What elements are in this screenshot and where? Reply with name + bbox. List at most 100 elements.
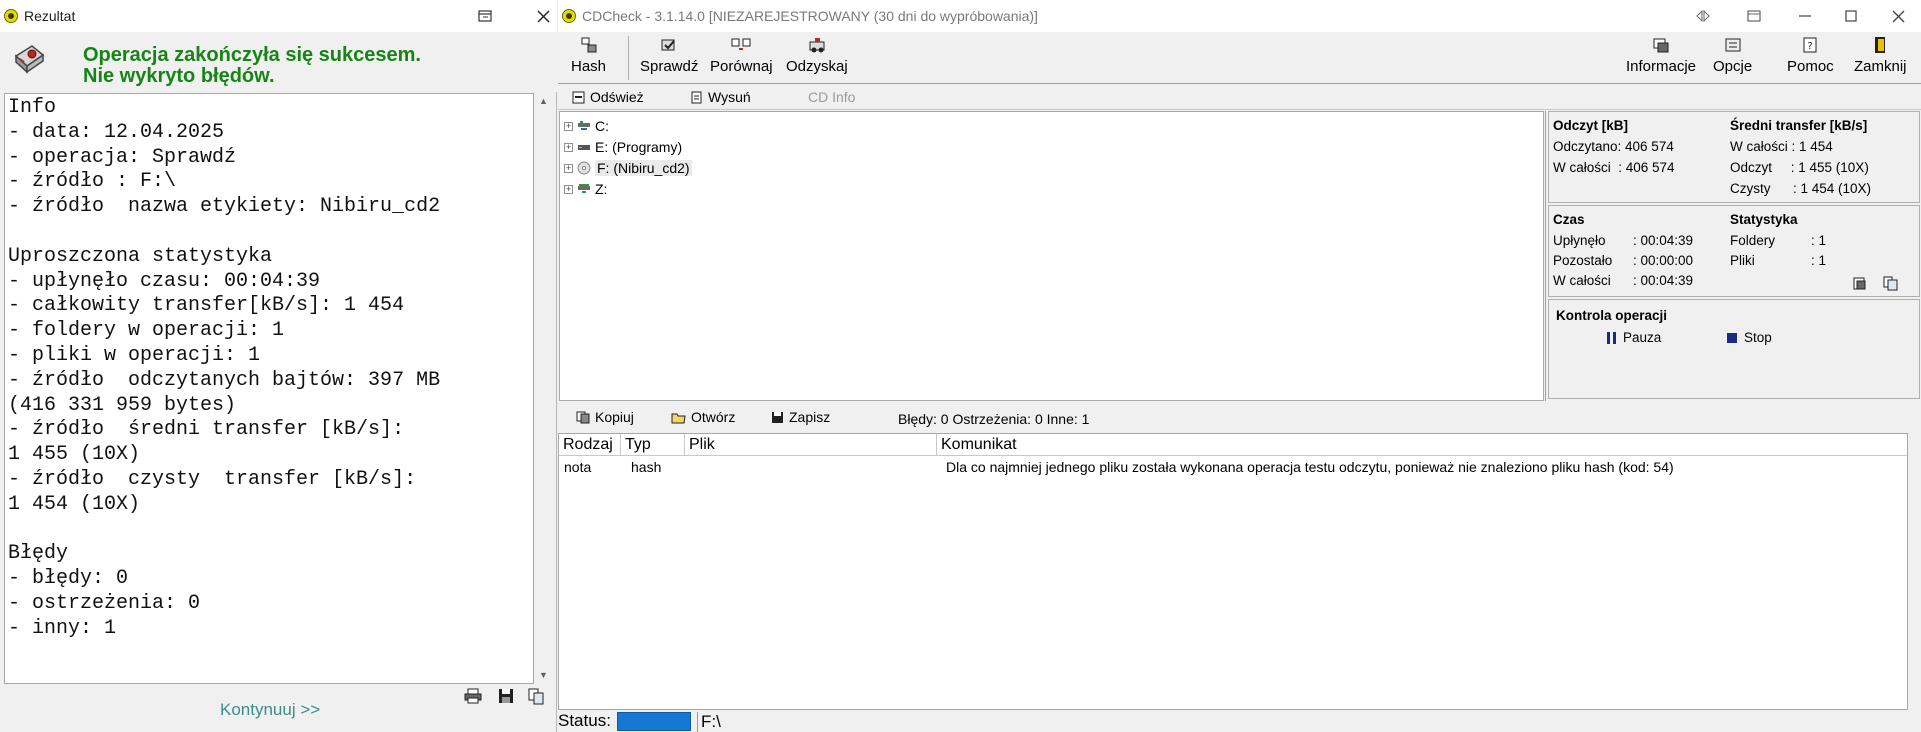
cdcheck-app-icon: [562, 9, 576, 23]
drive-item-z[interactable]: + Z:: [564, 180, 607, 198]
drive-item-f[interactable]: + F: (Nibiru_cd2): [564, 159, 692, 177]
hash-icon: [581, 37, 597, 53]
info-scrollbar[interactable]: ▲ ▼: [535, 93, 552, 684]
restore-icon[interactable]: [462, 0, 508, 32]
elapsed-label: Upłynęło: [1553, 233, 1606, 248]
status-label: Status:: [558, 711, 611, 730]
verify-icon: [661, 39, 675, 51]
column-header-plik[interactable]: Plik: [685, 434, 937, 456]
drive-item-c[interactable]: + C:: [564, 117, 609, 135]
result-info-textbox[interactable]: Info - data: 12.04.2025- operacja: Sprawd…: [4, 93, 534, 684]
column-header-komunikat[interactable]: Komunikat: [937, 434, 1907, 456]
print-icon[interactable]: [464, 687, 482, 705]
open-folder-icon: [671, 413, 686, 423]
copy-icon: [576, 411, 590, 423]
main-titlebar: CDCheck - 3.1.14.0 [NIEZAREJESTROWANY (3…: [558, 0, 1921, 32]
info-line: - błędy: 0: [8, 567, 129, 591]
result-titlebar: Rezultat: [0, 0, 557, 32]
time-title: Czas: [1553, 212, 1585, 227]
info-line: [8, 220, 440, 245]
info-line: - źródło odczytanych bajtów: 397 MB: [8, 368, 441, 392]
network-drive-icon: [578, 184, 590, 193]
drive-check-icon: [14, 45, 45, 74]
read-total: W całości : 406 574: [1553, 160, 1675, 175]
cd-info-button[interactable]: CD Info: [808, 89, 855, 105]
toolbar-separator: [628, 36, 629, 80]
log-table[interactable]: Rodzaj Typ Plik Komunikat nota hash Dla …: [558, 433, 1908, 710]
minimize-icon[interactable]: [1782, 0, 1828, 32]
cell-komunikat: Dla co najmniej jednego pliku została wy…: [946, 459, 1674, 475]
drive-item-e[interactable]: + E: (Programy): [564, 138, 682, 156]
eject-button[interactable]: Wysuń: [690, 89, 751, 105]
read-transfer-panel: Odczyt [kB] Odczytano: 406 574 W całości…: [1548, 111, 1920, 203]
maximize-icon[interactable]: [1828, 0, 1874, 32]
log-toolbar: Kopiuj Otwórz Zapisz Błędy: 0 Ostrzeżeni…: [558, 403, 1921, 433]
save-log-button[interactable]: Zapisz: [771, 409, 830, 425]
status-path: F:\: [697, 712, 721, 732]
info-line: - data: 12.04.2025: [8, 120, 225, 144]
copy-icon[interactable]: [527, 687, 545, 705]
refresh-label: Odśwież: [590, 89, 644, 105]
info-line: Uproszczona statystyka: [8, 244, 273, 268]
nav-arrows-icon[interactable]: [1680, 0, 1726, 32]
eject-icon: [691, 91, 702, 103]
drive-label: Z:: [595, 181, 608, 197]
close-icon[interactable]: [1875, 0, 1921, 32]
compare-icon: [731, 38, 751, 50]
column-header-rodzaj[interactable]: Rodzaj: [559, 434, 621, 456]
success-line-1: Operacja zakończyła się sukcesem.: [83, 44, 421, 66]
help-button[interactable]: ? Pomoc: [1787, 36, 1834, 75]
info-line: 1 455 (10X): [8, 443, 141, 467]
column-header-typ[interactable]: Typ: [621, 434, 685, 456]
exit-door-icon: [1875, 37, 1886, 53]
continue-button[interactable]: Kontynuuj >>: [220, 700, 320, 720]
main-window-title: CDCheck - 3.1.14.0 [NIEZAREJESTROWANY (3…: [582, 8, 1038, 24]
scroll-down-arrow-icon[interactable]: ▼: [535, 667, 552, 684]
stats-copy-icon[interactable]: [1883, 276, 1898, 291]
expand-icon[interactable]: +: [564, 163, 573, 173]
stop-button[interactable]: Stop: [1727, 330, 1772, 345]
compare-button[interactable]: Porównaj: [710, 36, 773, 75]
recover-label: Odzyskaj: [786, 58, 848, 75]
recover-button[interactable]: Odzyskaj: [786, 36, 848, 75]
folders-label: Foldery: [1730, 233, 1776, 248]
copy-log-label: Kopiuj: [595, 409, 634, 425]
options-label: Opcje: [1713, 58, 1753, 75]
refresh-button[interactable]: Odśwież: [572, 89, 644, 105]
copy-log-button[interactable]: Kopiuj: [576, 409, 634, 425]
close-app-button[interactable]: Zamknij: [1854, 36, 1907, 75]
verify-button[interactable]: Sprawdź: [640, 36, 698, 75]
time-total-label: W całości: [1553, 273, 1611, 288]
info-line: - całkowity transfer[kB/s]: 1 454: [8, 294, 405, 318]
success-message: Operacja zakończyła się sukcesem. Nie wy…: [83, 45, 421, 87]
drive-tree[interactable]: + C: + E: (Programy) + F: (Nibiru_cd2) +…: [559, 111, 1544, 401]
info-line: - źródło : F:\: [8, 170, 177, 194]
expand-icon[interactable]: +: [564, 184, 573, 194]
drive-label: C:: [595, 118, 609, 134]
information-icon: [1653, 38, 1669, 53]
expand-icon[interactable]: +: [564, 142, 573, 152]
compare-label: Porównaj: [710, 58, 773, 75]
result-window-title: Rezultat: [24, 8, 76, 24]
transfer-read: Odczyt : 1 455 (10X): [1730, 160, 1869, 175]
save-icon[interactable]: [497, 687, 515, 705]
main-toolbar: Hash Sprawdź Porównaj Odzyskaj Informacj…: [558, 32, 1921, 84]
information-button[interactable]: Informacje: [1626, 36, 1696, 75]
stats-export-icon[interactable]: [1852, 276, 1867, 291]
options-button[interactable]: Opcje: [1713, 36, 1752, 75]
verify-label: Sprawdź: [640, 58, 699, 75]
pause-button[interactable]: Pauza: [1607, 330, 1661, 345]
open-log-button[interactable]: Otwórz: [671, 409, 735, 425]
cell-typ: hash: [631, 459, 662, 475]
close-app-label: Zamknij: [1854, 58, 1907, 75]
information-label: Informacje: [1626, 58, 1697, 75]
scroll-up-arrow-icon[interactable]: ▲: [535, 93, 552, 110]
statistics-panel: Odczyt [kB] Odczytano: 406 574 W całości…: [1545, 111, 1921, 401]
info-line: - źródło średni transfer [kB/s]:: [8, 418, 405, 442]
info-line: Info: [8, 96, 57, 119]
folders-value: : 1: [1811, 233, 1827, 248]
expand-icon[interactable]: +: [564, 121, 573, 131]
operation-control-panel: Kontrola operacji Pauza Stop: [1548, 299, 1920, 399]
restore-icon[interactable]: [1731, 0, 1777, 32]
hash-button[interactable]: Hash: [571, 36, 606, 75]
